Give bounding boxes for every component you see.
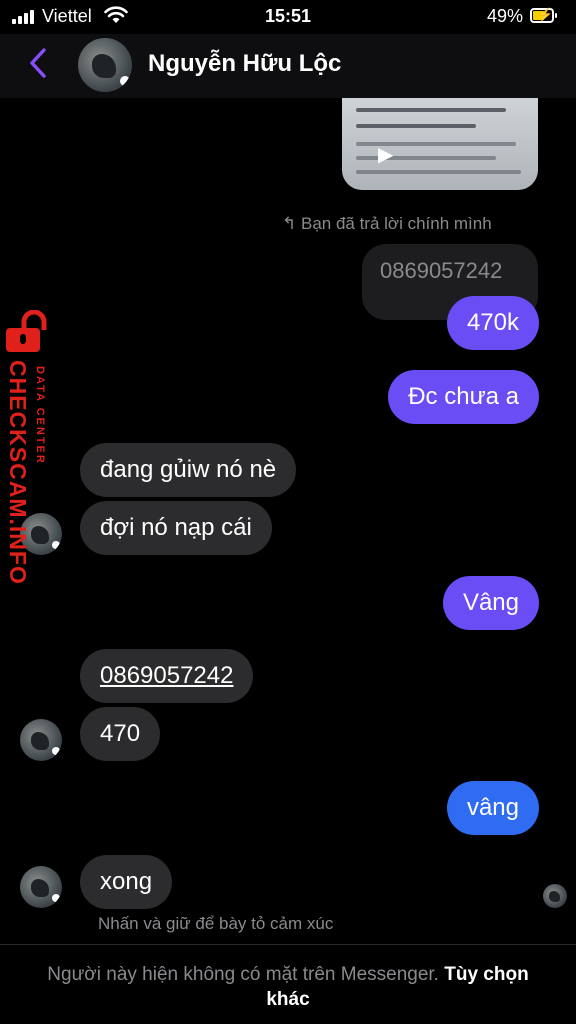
status-bar: Viettel 15:51 49% ⚡ [0, 0, 576, 34]
charging-bolt-icon: ⚡ [537, 7, 554, 22]
watermark-brand: CHECKSCAM.INFO [5, 360, 31, 585]
message-bubble-outgoing[interactable]: Vâng [442, 576, 539, 630]
back-arrow-icon[interactable] [26, 46, 50, 80]
message-bubble-incoming[interactable]: đang gủiw nó nè [80, 443, 297, 497]
message-bubble-incoming[interactable]: xong [80, 855, 173, 909]
message-bubble-incoming[interactable]: đợi nó nạp cái [80, 501, 272, 555]
reply-arrow-icon: ↰ [282, 214, 297, 233]
message-bubble-outgoing[interactable]: Đc chưa a [388, 370, 539, 424]
reaction-hint: Nhấn và giữ để bày tỏ cảm xúc [98, 914, 334, 933]
phone-link-bubble[interactable]: 0869057242 [80, 649, 254, 703]
contact-name[interactable]: Nguyễn Hữu Lộc [148, 50, 341, 78]
message-bubble-incoming[interactable]: 470 [80, 707, 161, 761]
footer-divider [0, 944, 576, 945]
message-bubble-outgoing[interactable]: 470k [446, 296, 539, 350]
sender-avatar[interactable] [20, 719, 62, 761]
play-icon: ▶ [378, 144, 394, 166]
sender-avatar[interactable] [20, 866, 62, 908]
lock-icon [6, 310, 47, 352]
unavailable-notice: Người này hiện không có mặt trên Messeng… [30, 962, 546, 1012]
watermark-subtitle: DATA CENTER [34, 366, 46, 465]
read-receipt-avatar [543, 884, 567, 908]
message-bubble-outgoing[interactable]: vâng [446, 781, 539, 835]
image-attachment[interactable]: ▶ [342, 98, 538, 190]
conversation-header: Nguyễn Hữu Lộc [0, 34, 576, 98]
contact-avatar[interactable] [78, 38, 132, 92]
notice-text: Người này hiện không có mặt trên Messeng… [47, 964, 439, 985]
reply-note: ↰ Bạn đã trả lời chính mình [282, 214, 492, 233]
battery-percent: 49% [487, 6, 524, 26]
